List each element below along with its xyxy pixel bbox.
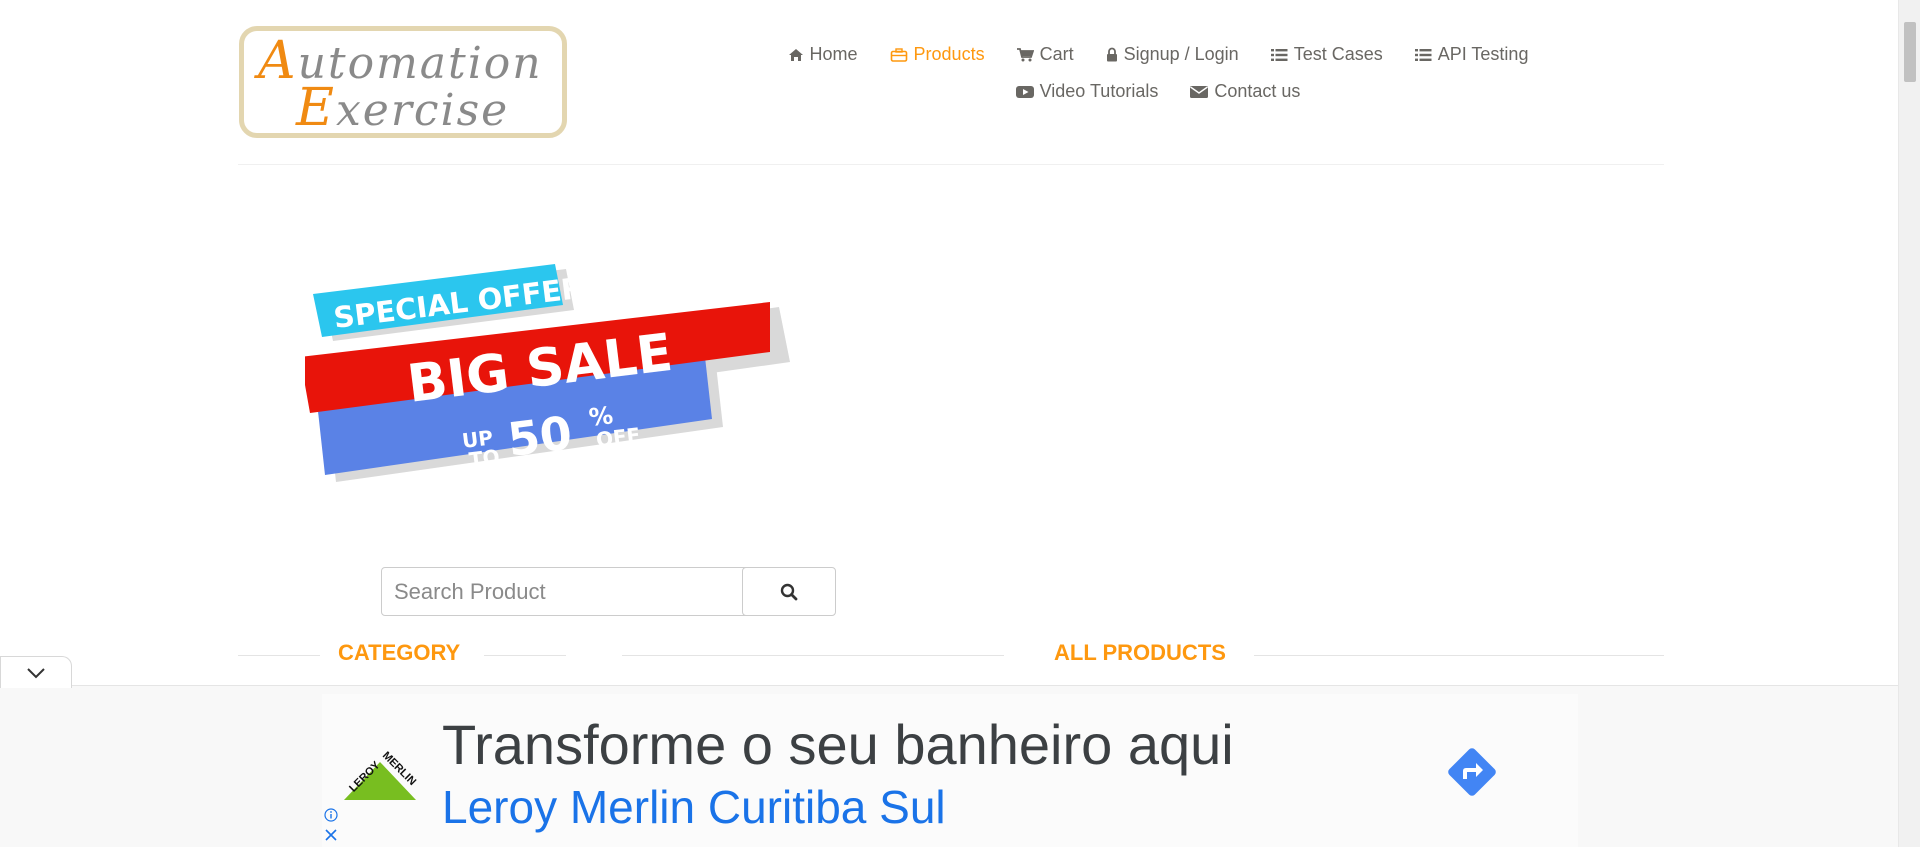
page-scrollbar[interactable]: [1898, 0, 1920, 847]
ad-banner[interactable]: LEROY MERLIN Transforme o seu banheiro a…: [322, 694, 1578, 847]
nav-contact-us[interactable]: Contact us: [1190, 73, 1300, 110]
site-header: Automation Exercise Home Products Cart Sign…: [238, 0, 1664, 165]
youtube-play-icon: [1015, 86, 1034, 98]
lock-icon: [1106, 47, 1117, 62]
briefcase-icon: [890, 48, 907, 62]
nav-cart[interactable]: Cart: [1016, 36, 1074, 73]
nav-api-testing[interactable]: API Testing: [1414, 36, 1528, 73]
banner-percent-text: 50: [505, 406, 575, 467]
chevron-down-icon: [27, 667, 45, 678]
nav-home[interactable]: Home: [788, 36, 858, 73]
cart-icon: [1016, 48, 1034, 62]
search-input[interactable]: [381, 567, 747, 616]
main-nav: Home Products Cart Signup / Login Test Cases…: [708, 36, 1608, 110]
ad-headline[interactable]: Transforme o seu banheiro aqui: [442, 712, 1234, 777]
ad-close-icon[interactable]: [324, 828, 338, 842]
search-button[interactable]: [742, 567, 836, 616]
logo-line-2: Exercise: [296, 78, 510, 138]
scrollbar-thumb[interactable]: [1904, 22, 1916, 82]
ad-subline[interactable]: Leroy Merlin Curitiba Sul: [442, 780, 946, 834]
list-icon: [1270, 49, 1288, 61]
all-products-heading: All Products: [1054, 640, 1226, 665]
banner-off-text: OFF: [595, 423, 642, 452]
leroy-merlin-logo: LEROY MERLIN: [342, 744, 418, 804]
ad-collapse-toggle[interactable]: [0, 656, 72, 688]
envelope-icon: [1190, 86, 1209, 98]
category-rule-left: [238, 655, 320, 656]
directions-icon: [1448, 748, 1496, 796]
nav-test-cases[interactable]: Test Cases: [1270, 36, 1383, 73]
home-icon: [788, 49, 803, 61]
search-icon: [780, 583, 798, 600]
ad-info-icon[interactable]: [324, 808, 338, 822]
nav-signup-login[interactable]: Signup / Login: [1106, 36, 1239, 73]
banner-to-text: TO: [468, 444, 501, 472]
list-icon: [1414, 49, 1432, 61]
category-heading: Category: [338, 640, 461, 665]
ad-directions-button[interactable]: [1442, 742, 1502, 802]
nav-products[interactable]: Products: [890, 36, 985, 73]
products-rule-right: [1254, 655, 1664, 656]
products-rule-left: [622, 655, 1004, 656]
sale-graphic: SPECIAL OFFER BIG SALE UP TO 50 % OFF: [300, 264, 790, 482]
category-rule-right: [484, 655, 566, 656]
nav-video-tutorials[interactable]: Video Tutorials: [1015, 73, 1158, 110]
special-offer-banner[interactable]: SPECIAL OFFER BIG SALE UP TO 50 % OFF: [300, 262, 795, 487]
site-logo[interactable]: Automation Exercise: [239, 26, 567, 138]
